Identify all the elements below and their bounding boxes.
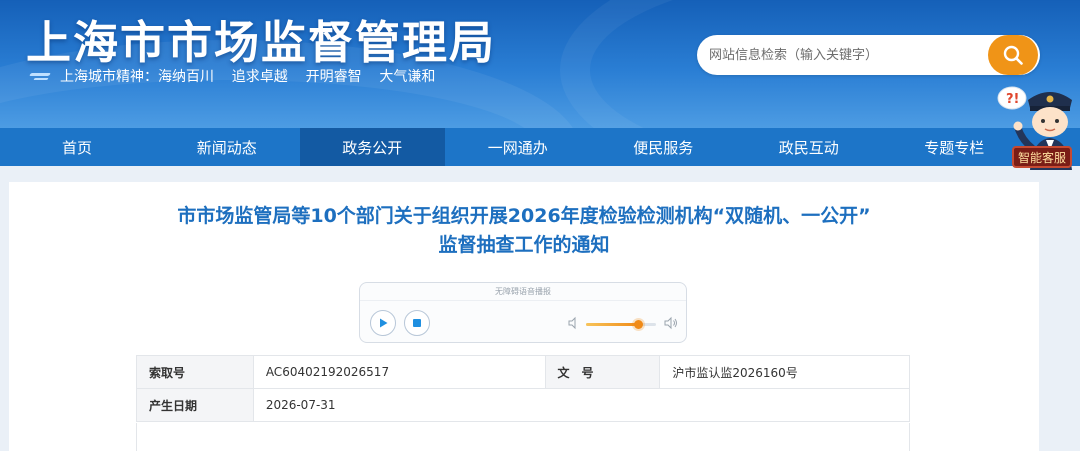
audio-player: 无障碍语音播报 (359, 282, 687, 343)
smart-service-badge[interactable]: 智能客服 (1012, 146, 1072, 168)
play-button[interactable] (370, 310, 396, 336)
nav-item-home[interactable]: 首页 (0, 128, 154, 166)
content-panel: 市市场监管局等10个部门关于组织开展2026年度检验检测机构“双随机、一公开” … (9, 182, 1039, 451)
volume-knob[interactable] (634, 320, 643, 329)
date-label: 产生日期 (136, 388, 254, 422)
svg-text:?!: ?! (1006, 92, 1019, 107)
audio-player-caption: 无障碍语音播报 (360, 283, 686, 301)
stop-button[interactable] (404, 310, 430, 336)
stop-icon (413, 319, 421, 327)
volume-high-icon[interactable] (663, 315, 679, 331)
table-row: 产生日期 2026-07-31 (136, 388, 911, 422)
article-title-line: 市市场监管局等10个部门关于组织开展2026年度检验检测机构“双随机、一公开” (177, 205, 871, 227)
main-nav: 首页 新闻动态 政务公开 一网通办 便民服务 政民互动 专题专栏 (0, 128, 1080, 166)
motto-row: 上海城市精神：海纳百川 追求卓越 开明睿智 大气谦和 (30, 66, 435, 86)
nav-item-interaction[interactable]: 政民互动 (736, 128, 882, 166)
index-number-value: AC60402192026517 (252, 355, 546, 389)
search-box (697, 35, 1040, 75)
nav-item-news[interactable]: 新闻动态 (154, 128, 300, 166)
search-input[interactable] (709, 43, 979, 67)
header-banner: 上海市市场监督管理局 上海城市精神：海纳百川 追求卓越 开明睿智 大气谦和 (0, 0, 1080, 128)
site-title[interactable]: 上海市市场监督管理局 (26, 6, 496, 71)
search-icon (1003, 45, 1023, 65)
city-motto: 上海城市精神：海纳百川 追求卓越 开明睿智 大气谦和 (60, 69, 436, 85)
meta-table-extra-row (136, 423, 910, 451)
volume-low-icon[interactable] (567, 316, 581, 330)
table-row: 索取号 AC60402192026517 文 号 沪市监认监2026160号 (136, 355, 910, 389)
document-number-value: 沪市监认监2026160号 (659, 355, 910, 389)
article-title-line: 监督抽查工作的通知 (438, 234, 610, 256)
motto-mark-icon (30, 69, 52, 83)
nav-item-government-affairs[interactable]: 政务公开 (299, 128, 445, 166)
document-number-label: 文 号 (544, 355, 661, 389)
volume-slider[interactable] (586, 320, 656, 329)
volume-fill (586, 323, 639, 326)
search-button[interactable] (988, 35, 1038, 75)
nav-item-public-service[interactable]: 便民服务 (591, 128, 737, 166)
play-icon (380, 318, 388, 328)
index-number-label: 索取号 (136, 355, 254, 389)
nav-item-one-stop-service[interactable]: 一网通办 (445, 128, 591, 166)
date-value: 2026-07-31 (252, 388, 911, 422)
article-title: 市市场监管局等10个部门关于组织开展2026年度检验检测机构“双随机、一公开” … (9, 202, 1039, 260)
document-meta-table: 索取号 AC60402192026517 文 号 沪市监认监2026160号 产… (136, 355, 911, 422)
